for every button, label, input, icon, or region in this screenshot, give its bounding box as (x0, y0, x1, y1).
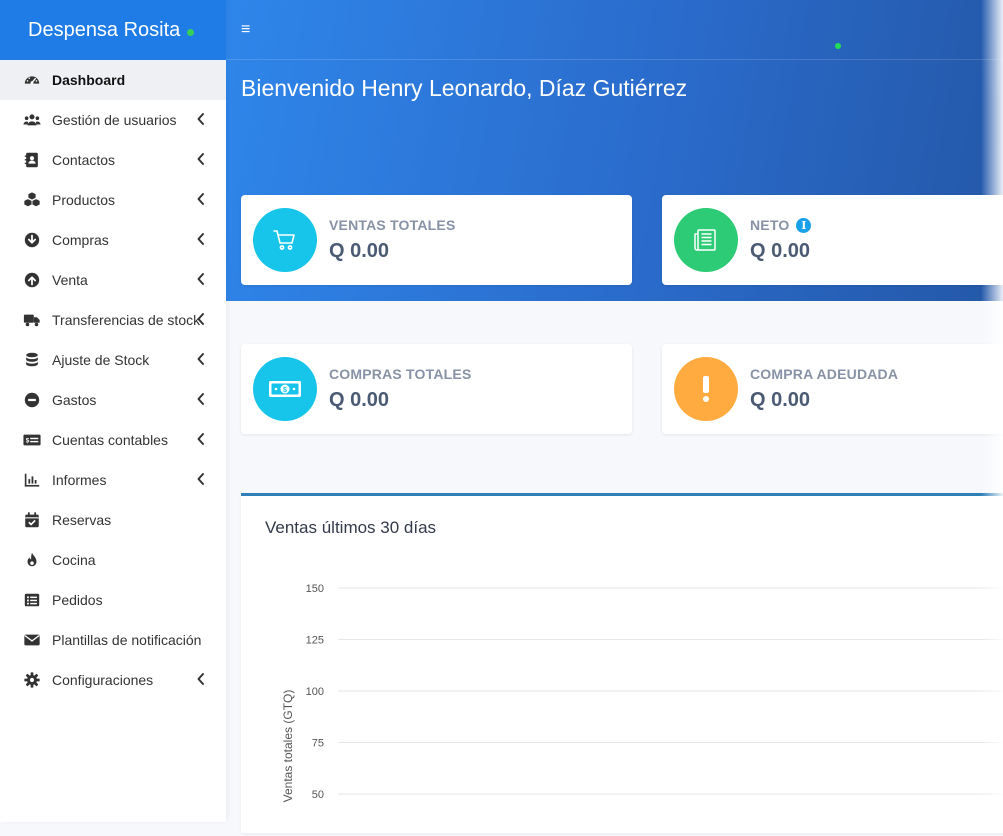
sidebar-item-label: Gastos (52, 392, 97, 408)
sidebar-item-fire[interactable]: Cocina (0, 540, 226, 580)
sales-chart: 150 125 100 75 50 Ventas totales (GTQ) (281, 583, 1003, 803)
welcome-heading: Bienvenido Henry Leonardo, Díaz Gutiérre… (241, 75, 688, 101)
sidebar-item-label: Reservas (52, 512, 112, 528)
sidebar-item-users[interactable]: Gestión de usuarios (0, 100, 226, 140)
sidebar-item-cubes[interactable]: Productos (0, 180, 226, 220)
envelope-icon (22, 630, 42, 650)
sidebar-item-envelope[interactable]: Plantillas de notificación (0, 620, 226, 660)
chevron-left-icon (196, 232, 206, 246)
sidebar-item-database[interactable]: Ajuste de Stock (0, 340, 226, 380)
card-ventas-totales: VENTAS TOTALES Q 0.00 (241, 195, 632, 285)
minus-circle-icon (22, 390, 42, 410)
card-compras-totales: $ COMPRAS TOTALES Q 0.00 (241, 344, 632, 434)
sidebar-item-truck[interactable]: Transferencias de stock (0, 300, 226, 340)
chevron-left-icon (196, 272, 206, 286)
card-value: Q 0.00 (329, 389, 390, 411)
y-tick-label: 150 (306, 583, 324, 595)
sidebar-item-minus-circle[interactable]: Gastos (0, 380, 226, 420)
chevron-left-icon (196, 472, 206, 486)
users-icon (22, 110, 42, 130)
card-label: COMPRA ADEUDADA (750, 366, 899, 382)
card-value: Q 0.00 (750, 240, 811, 262)
info-icon[interactable]: i (796, 217, 812, 233)
y-tick-label: 125 (306, 635, 324, 647)
cart-icon (253, 208, 317, 272)
main-content: ≡ Bienvenido Henry Leonardo, Díaz Gutiér… (226, 0, 1003, 833)
status-dot (835, 43, 841, 49)
calendar-check-icon (22, 510, 42, 530)
sidebar-item-label: Contactos (52, 152, 116, 168)
sidebar-item-label: Transferencias de stock (52, 312, 201, 328)
online-status-dot (187, 28, 195, 36)
sidebar-item-label: Productos (52, 192, 116, 208)
top-navbar: ≡ (226, 0, 1003, 60)
sidebar-menu: Dashboard Gestión de usuarios Contactos Pro… (0, 60, 226, 700)
arrow-circle-up-icon (22, 270, 42, 290)
card-label: COMPRAS TOTALES (329, 366, 472, 382)
card-value: Q 0.00 (750, 389, 811, 411)
chevron-left-icon (196, 152, 206, 166)
sidebar-item-label: Ajuste de Stock (52, 352, 150, 368)
sidebar-item-arrow-circle-up[interactable]: Venta (0, 260, 226, 300)
tachometer-icon (22, 70, 42, 90)
sidebar-item-gear[interactable]: Configuraciones (0, 660, 226, 700)
chevron-left-icon (196, 672, 206, 686)
card-label-text: NETO (750, 217, 790, 233)
brand-name: Despensa Rosita (28, 18, 181, 41)
money-bill-icon: $ (253, 357, 317, 421)
card-label: NETO i (750, 217, 812, 233)
sales-chart-panel: Ventas últimos 30 días 150 125 100 75 50 Vent… (241, 493, 1003, 833)
chevron-left-icon (196, 112, 206, 126)
cubes-icon (22, 190, 42, 210)
y-axis-label: Ventas totales (GTQ) (281, 690, 295, 803)
sidebar-item-tachometer[interactable]: Dashboard (0, 60, 226, 100)
sidebar-item-label: Gestión de usuarios (52, 112, 177, 128)
y-tick-label: 100 (306, 686, 324, 698)
truck-icon (22, 310, 42, 330)
card-value: Q 0.00 (329, 240, 390, 262)
sidebar-item-label: Configuraciones (52, 672, 154, 688)
arrow-circle-down-icon (22, 230, 42, 250)
y-tick-label: 50 (312, 789, 324, 801)
sidebar: Despensa Rosita Dashboard Gestión de usua… (0, 0, 226, 822)
svg-text:$: $ (26, 437, 30, 444)
sidebar-item-label: Dashboard (52, 72, 126, 88)
sidebar-item-label: Compras (52, 232, 109, 248)
chevron-left-icon (196, 392, 206, 406)
sidebar-item-address-book[interactable]: Contactos (0, 140, 226, 180)
gear-icon (22, 670, 42, 690)
exclamation-icon (674, 357, 738, 421)
y-tick-label: 75 (312, 738, 324, 750)
sidebar-item-label: Venta (52, 272, 88, 288)
address-book-icon (22, 150, 42, 170)
chevron-left-icon (196, 312, 206, 326)
sidebar-item-label: Cocina (52, 552, 96, 568)
sidebar-item-label: Cuentas contables (52, 432, 168, 448)
sidebar-item-label: Informes (52, 472, 107, 488)
sidebar-item-list-alt[interactable]: Pedidos (0, 580, 226, 620)
chevron-left-icon (196, 352, 206, 366)
chevron-left-icon (196, 432, 206, 446)
sidebar-item-money-check[interactable]: $ Cuentas contables (0, 420, 226, 460)
newspaper-icon (674, 208, 738, 272)
chevron-left-icon (196, 192, 206, 206)
card-label: VENTAS TOTALES (329, 217, 456, 233)
sidebar-item-calendar-check[interactable]: Reservas (0, 500, 226, 540)
fire-icon (22, 550, 42, 570)
sidebar-item-arrow-circle-down[interactable]: Compras (0, 220, 226, 260)
sidebar-item-label: Pedidos (52, 592, 103, 608)
database-icon (22, 350, 42, 370)
sidebar-item-bar-chart[interactable]: Informes (0, 460, 226, 500)
svg-text:$: $ (283, 387, 287, 394)
list-alt-icon (22, 590, 42, 610)
menu-toggle-icon[interactable]: ≡ (241, 21, 250, 39)
sidebar-item-label: Plantillas de notificación (52, 632, 202, 648)
money-check-icon: $ (22, 430, 42, 450)
bar-chart-icon (22, 470, 42, 490)
card-compra-adeudada: COMPRA ADEUDADA Q 0.00 (662, 344, 1003, 434)
brand-header[interactable]: Despensa Rosita (0, 0, 226, 60)
card-neto: NETO i Q 0.00 (662, 195, 1003, 285)
